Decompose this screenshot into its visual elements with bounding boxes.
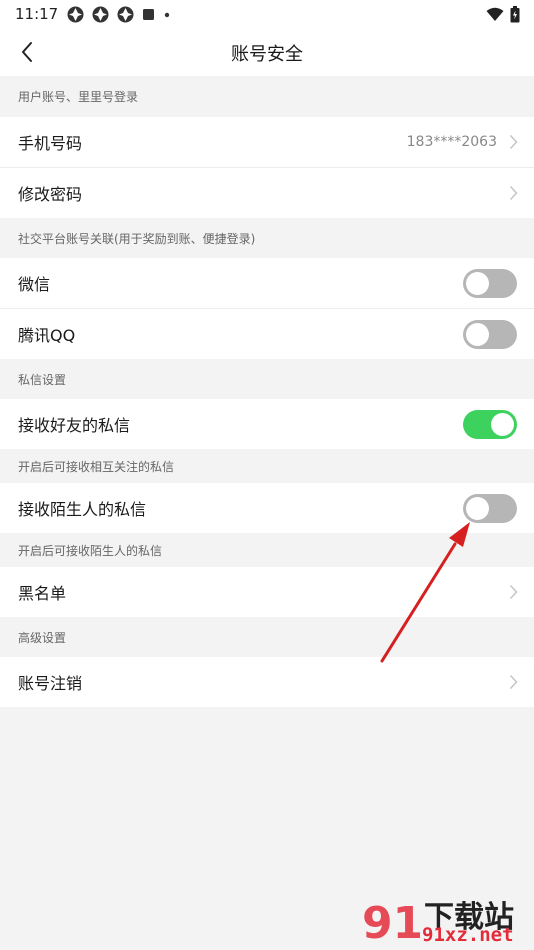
battery-icon: [510, 6, 520, 23]
row-label: 黑名单: [18, 584, 67, 603]
row-label: 微信: [18, 275, 51, 294]
section-header-messages: 私信设置: [0, 359, 534, 399]
row-label: 接收好友的私信: [18, 416, 131, 435]
qq-toggle[interactable]: [463, 320, 517, 349]
status-time: 11:17: [15, 5, 59, 23]
stop-icon: [143, 9, 154, 20]
wechat-toggle[interactable]: [463, 269, 517, 298]
notification-icons: [67, 6, 171, 23]
delete-account-row[interactable]: 账号注销: [0, 657, 534, 707]
friend-messages-toggle[interactable]: [463, 410, 517, 439]
row-label: 手机号码: [18, 134, 83, 153]
chevron-right-icon: [509, 134, 518, 150]
section-header-social: 社交平台账号关联(用于奖励到账、便捷登录): [0, 218, 534, 258]
hint-mutual-follow: 开启后可接收相互关注的私信: [0, 449, 534, 483]
section-header-advanced: 高级设置: [0, 617, 534, 657]
phone-number-value: 183****2063: [406, 134, 497, 150]
watermark-domain: 91xz.net: [422, 924, 514, 946]
dot-icon: [164, 12, 170, 18]
change-password-row[interactable]: 修改密码: [0, 168, 534, 218]
svg-text:91: 91: [362, 898, 420, 948]
blacklist-row[interactable]: 黑名单: [0, 567, 534, 617]
toggle-knob: [491, 413, 514, 436]
status-bar: 11:17: [0, 0, 534, 28]
app-notification-icon: [92, 6, 109, 23]
stranger-messages-row: 接收陌生人的私信: [0, 483, 534, 533]
toggle-knob: [466, 323, 489, 346]
system-icons: [486, 6, 520, 23]
chevron-right-icon: [509, 584, 518, 600]
qq-row: 腾讯QQ: [0, 309, 534, 359]
wechat-row: 微信: [0, 258, 534, 308]
title-bar: 账号安全: [0, 28, 534, 76]
stranger-messages-toggle[interactable]: [463, 494, 517, 523]
page-title: 账号安全: [231, 44, 303, 65]
hint-stranger: 开启后可接收陌生人的私信: [0, 533, 534, 567]
row-label: 腾讯QQ: [18, 326, 76, 345]
watermark-logo: 91: [362, 898, 420, 948]
app-notification-icon: [67, 6, 84, 23]
toggle-knob: [466, 272, 489, 295]
row-label: 修改密码: [18, 185, 83, 204]
chevron-right-icon: [509, 674, 518, 690]
app-notification-icon: [117, 6, 134, 23]
watermark: 91 下载站 91xz.net: [360, 892, 530, 948]
phone-number-row[interactable]: 手机号码 183****2063: [0, 117, 534, 167]
row-label: 接收陌生人的私信: [18, 500, 147, 519]
row-label: 账号注销: [18, 674, 83, 693]
chevron-right-icon: [509, 185, 518, 201]
section-header-login: 用户账号、里里号登录: [0, 76, 534, 117]
friend-messages-row: 接收好友的私信: [0, 399, 534, 449]
wifi-icon: [486, 7, 504, 21]
toggle-knob: [466, 497, 489, 520]
